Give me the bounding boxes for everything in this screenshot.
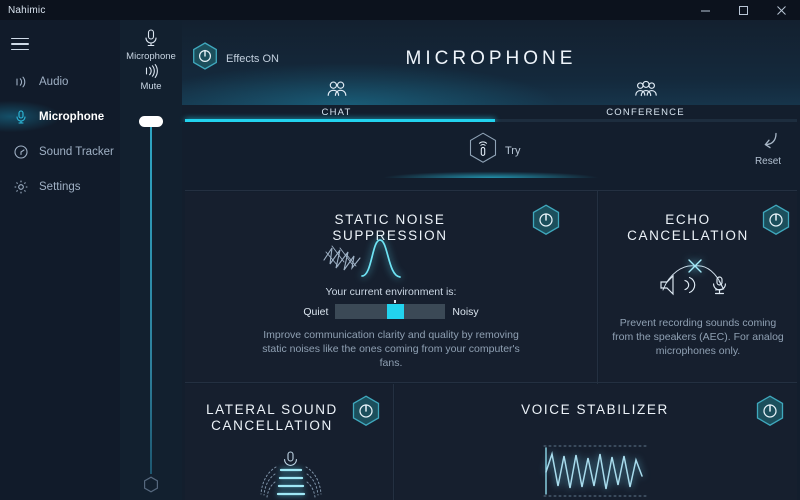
minimize-button[interactable] xyxy=(686,0,724,20)
maximize-button[interactable] xyxy=(724,0,762,20)
sidebar-nav: Audio Microphone Sound Tracker Settings xyxy=(0,64,120,204)
reset-button-label: Reset xyxy=(754,156,782,167)
feature-panels: STATIC NOISE SUPPRESSION Your current en… xyxy=(182,182,800,500)
environment-max-label: Noisy xyxy=(452,305,479,318)
tab-chat[interactable]: CHAT xyxy=(182,76,491,118)
header-band: Effects ON MICROPHONE CHAT CONFERENCE xyxy=(182,20,800,122)
microphone-volume-column: Microphone Mute xyxy=(120,20,182,500)
panel-title-line2: CANCELLATION xyxy=(211,418,333,433)
panel-echo-cancellation: ECHO CANCELLATION Prevent recording soun… xyxy=(599,192,797,382)
hamburger-menu-icon[interactable] xyxy=(6,33,34,55)
sidebar-item-label: Settings xyxy=(39,180,81,193)
radar-clock-icon xyxy=(10,141,32,163)
volume-device-label: Microphone xyxy=(126,51,176,62)
sidebar-item-settings[interactable]: Settings xyxy=(0,169,120,204)
sidebar-item-label: Audio xyxy=(39,75,69,88)
panel-title-line1: VOICE STABILIZER xyxy=(521,402,669,417)
audio-wave-icon xyxy=(10,71,32,93)
divider-vertical-bottom xyxy=(393,384,394,500)
close-button[interactable] xyxy=(762,0,800,20)
tab-conference[interactable]: CONFERENCE xyxy=(491,76,800,118)
try-bar: Try Reset xyxy=(182,122,800,182)
environment-min-label: Quiet xyxy=(303,305,329,318)
panel-title-line2: CANCELLATION xyxy=(627,228,749,243)
speaker-x-microphone-icon xyxy=(649,254,749,303)
reset-button[interactable]: Reset xyxy=(744,132,792,167)
try-button[interactable]: Try xyxy=(468,132,520,170)
undo-arrow-icon xyxy=(757,132,779,154)
sound-waves-icon[interactable] xyxy=(120,64,182,78)
power-toggle-lateral-sound-cancellation[interactable] xyxy=(351,395,381,433)
volume-slider-track[interactable] xyxy=(150,124,152,474)
power-toggle-echo-cancellation[interactable] xyxy=(761,204,791,242)
environment-label: Your current environment is: xyxy=(325,286,457,298)
window-controls xyxy=(686,0,800,20)
noise-to-smooth-wave-icon xyxy=(322,234,406,287)
panel-description: Prevent recording sounds coming from the… xyxy=(612,317,784,357)
microphone-hexagon-icon xyxy=(468,132,498,170)
power-toggle-voice-stabilizer[interactable] xyxy=(755,395,785,433)
panel-lateral-sound-cancellation: LATERAL SOUND CANCELLATION xyxy=(185,384,393,500)
environment-meter: Your current environment is: Quiet Noisy xyxy=(185,286,597,319)
divider-vertical-top xyxy=(597,190,598,384)
title-bar: Nahimic xyxy=(0,0,800,20)
page-title: MICROPHONE xyxy=(405,48,577,69)
environment-slider-fill xyxy=(387,304,405,319)
sidebar-item-microphone[interactable]: Microphone xyxy=(0,99,120,134)
try-button-label: Try xyxy=(505,145,521,157)
sidebar: Audio Microphone Sound Tracker Settings xyxy=(0,20,120,500)
panel-title-line1: LATERAL SOUND xyxy=(206,402,338,417)
three-people-icon xyxy=(634,80,658,104)
mode-tabs: CHAT CONFERENCE xyxy=(182,76,800,118)
panel-static-noise-suppression: STATIC NOISE SUPPRESSION Your current en… xyxy=(185,192,597,382)
panel-voice-stabilizer: VOICE STABILIZER xyxy=(395,384,797,500)
divider-horizontal xyxy=(185,382,797,383)
volume-slider-handle[interactable] xyxy=(139,116,163,127)
directional-mic-icon xyxy=(255,450,327,500)
panel-title-line1: ECHO xyxy=(665,212,711,227)
app-title: Nahimic xyxy=(8,4,46,16)
panel-description: Improve communication clarity and qualit… xyxy=(262,329,520,369)
environment-slider-tick xyxy=(394,300,397,303)
tab-label: CONFERENCE xyxy=(606,107,685,118)
hexagon-icon[interactable] xyxy=(143,476,159,498)
sidebar-item-audio[interactable]: Audio xyxy=(0,64,120,99)
power-toggle-static-noise-suppression[interactable] xyxy=(531,204,561,242)
microphone-icon xyxy=(120,28,182,48)
two-people-icon xyxy=(325,80,349,104)
environment-slider[interactable] xyxy=(335,300,446,319)
nahimic-app-window: Nahimic Audio Microphone Sound Tracker S… xyxy=(0,0,800,500)
gear-icon xyxy=(10,176,32,198)
sidebar-item-label: Microphone xyxy=(39,110,105,123)
mute-label[interactable]: Mute xyxy=(120,81,182,92)
panel-title-line1: STATIC NOISE xyxy=(334,212,446,227)
microphone-icon xyxy=(10,106,32,128)
main-content: Effects ON MICROPHONE CHAT CONFERENCE Tr… xyxy=(182,20,800,500)
sidebar-item-label: Sound Tracker xyxy=(39,145,114,158)
divider-horizontal-top xyxy=(185,190,797,191)
sidebar-item-sound-tracker[interactable]: Sound Tracker xyxy=(0,134,120,169)
tab-label: CHAT xyxy=(321,107,352,118)
waveform-icon xyxy=(538,442,654,500)
